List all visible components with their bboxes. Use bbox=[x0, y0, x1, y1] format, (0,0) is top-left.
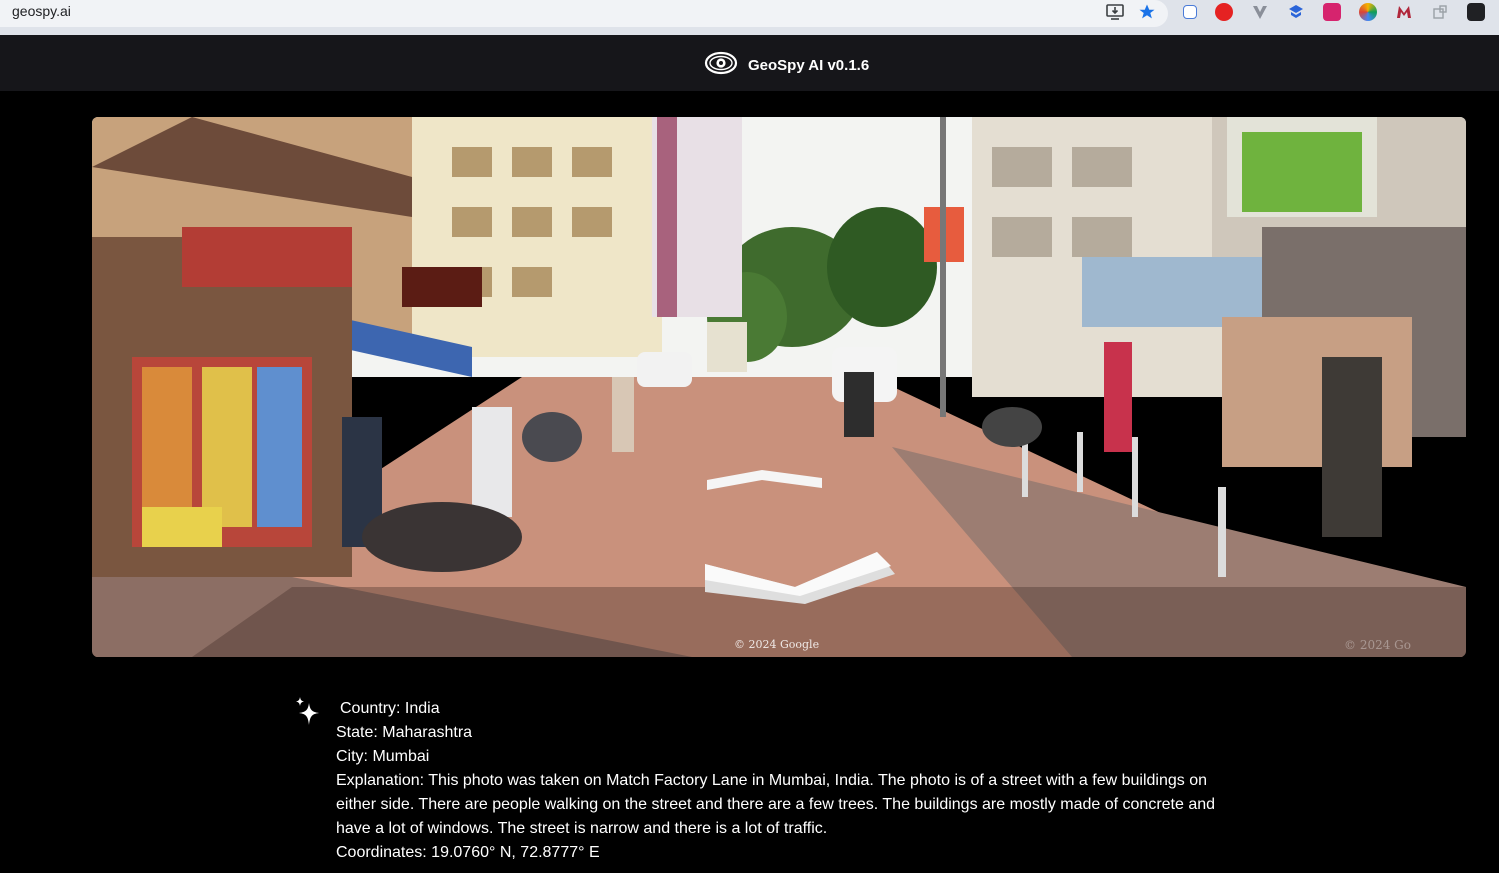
google-watermark: © 2024 Google bbox=[734, 638, 820, 651]
eye-logo-icon bbox=[704, 49, 738, 82]
address-bar[interactable]: geospy.ai bbox=[0, 0, 1168, 27]
result-coordinates: Coordinates: 19.0760° N, 72.8777° E bbox=[336, 844, 600, 861]
shield-extension-icon[interactable] bbox=[1287, 3, 1305, 21]
app-header: GeoSpy AI v0.1.6 bbox=[0, 35, 1499, 91]
puzzle-extension-icon[interactable] bbox=[1431, 3, 1449, 21]
brand[interactable]: GeoSpy AI v0.1.6 bbox=[704, 49, 869, 82]
profile-extension-icon[interactable] bbox=[1467, 3, 1485, 21]
browser-toolbar: geospy.ai bbox=[0, 0, 1499, 35]
bookmark-star-icon[interactable] bbox=[1138, 3, 1156, 26]
sparkle-icon bbox=[296, 697, 319, 725]
m-extension-icon[interactable] bbox=[1395, 3, 1413, 21]
nav-arrow-forward-icon[interactable] bbox=[707, 470, 825, 492]
url-text[interactable]: geospy.ai bbox=[12, 3, 71, 19]
translate-extension-icon[interactable] bbox=[1183, 5, 1197, 19]
color-extension-icon[interactable] bbox=[1359, 3, 1377, 21]
result-city: City: Mumbai bbox=[336, 748, 430, 765]
pink-extension-icon[interactable] bbox=[1323, 3, 1341, 21]
v-extension-icon[interactable] bbox=[1251, 3, 1269, 21]
google-watermark-right: © 2024 Go bbox=[1344, 638, 1411, 652]
app-title: GeoSpy AI v0.1.6 bbox=[748, 57, 870, 74]
opera-extension-icon[interactable] bbox=[1215, 3, 1233, 21]
result-state: State: Maharashtra bbox=[336, 724, 473, 741]
nav-arrow-back-icon[interactable] bbox=[705, 552, 895, 610]
extensions-area bbox=[1183, 3, 1485, 21]
result-country: Country: India bbox=[340, 700, 440, 717]
street-view-image[interactable]: © 2024 Google © 2024 Go bbox=[92, 117, 1466, 657]
result-explanation: Explanation: This photo was taken on Mat… bbox=[336, 772, 1216, 837]
install-icon[interactable] bbox=[1106, 4, 1124, 25]
